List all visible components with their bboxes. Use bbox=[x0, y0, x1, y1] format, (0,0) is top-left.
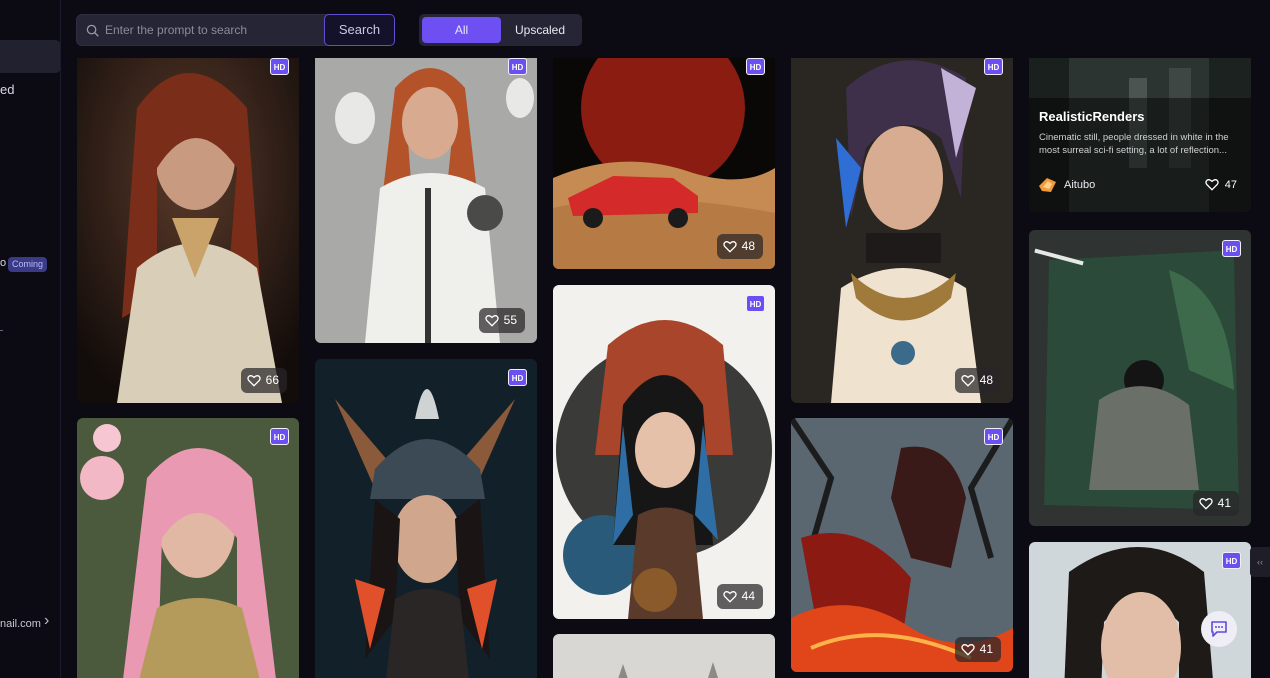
heart-icon bbox=[960, 375, 975, 387]
portrait-image bbox=[77, 418, 299, 678]
featured-description: Cinematic still, people dressed in white… bbox=[1039, 132, 1229, 156]
illustration-image bbox=[553, 634, 775, 678]
gallery-card[interactable]: HD bbox=[77, 418, 299, 678]
heart-icon bbox=[246, 375, 261, 387]
like-button[interactable]: 48 bbox=[716, 234, 763, 259]
portrait-image bbox=[1029, 542, 1251, 678]
gallery-card[interactable]: HD bbox=[1029, 542, 1251, 678]
portrait-image bbox=[315, 58, 537, 343]
like-count: 44 bbox=[741, 589, 755, 603]
like-button[interactable]: 47 bbox=[1205, 178, 1237, 191]
hd-badge: HD bbox=[746, 295, 765, 312]
like-count: 55 bbox=[503, 313, 517, 327]
coming-badge: Coming bbox=[8, 257, 48, 272]
portrait-image bbox=[315, 359, 537, 678]
like-button[interactable]: 41 bbox=[954, 637, 1001, 662]
illustration-image bbox=[553, 285, 775, 619]
search-icon bbox=[86, 24, 99, 37]
heart-icon bbox=[1205, 179, 1219, 191]
sidebar-item-active[interactable] bbox=[0, 40, 60, 73]
like-count: 47 bbox=[1224, 178, 1237, 191]
heart-icon bbox=[960, 644, 975, 656]
like-button[interactable]: 66 bbox=[240, 368, 287, 393]
gallery-card[interactable]: HD 66 bbox=[77, 58, 299, 403]
portrait-image bbox=[77, 58, 299, 403]
gallery-card[interactable]: HD 44 bbox=[553, 285, 775, 619]
like-button[interactable]: 55 bbox=[478, 308, 525, 333]
filter-toggle: All Upscaled bbox=[419, 14, 582, 46]
like-button[interactable]: 41 bbox=[1192, 491, 1239, 516]
like-count: 41 bbox=[979, 642, 993, 656]
search-button[interactable]: Search bbox=[324, 14, 395, 46]
hd-badge: HD bbox=[270, 58, 289, 75]
like-count: 66 bbox=[265, 373, 279, 387]
hd-badge: HD bbox=[1222, 240, 1241, 257]
side-drawer-tab[interactable]: ‹‹ bbox=[1250, 547, 1270, 577]
account-email[interactable]: nail.com bbox=[0, 618, 41, 630]
like-count: 48 bbox=[979, 373, 993, 387]
top-bar: Search All Upscaled bbox=[62, 0, 1270, 58]
heart-icon bbox=[484, 315, 499, 327]
app-root: ed o Coming nail.com › Search All Upscal… bbox=[0, 0, 1270, 678]
sidebar-mark bbox=[0, 330, 3, 331]
hd-badge: HD bbox=[508, 58, 527, 75]
sidebar-item-label-partial[interactable]: o bbox=[0, 257, 6, 269]
gallery-card[interactable]: HD 41 bbox=[1029, 230, 1251, 526]
gallery-card[interactable]: HD bbox=[315, 359, 537, 678]
gallery-card[interactable]: HD 48 bbox=[791, 58, 1013, 403]
illustration-image bbox=[791, 418, 1013, 672]
hd-badge: HD bbox=[508, 369, 527, 386]
image-gallery: HD 66 HD HD 55 HD HD 48 HD 44 HD 48 HD 4… bbox=[62, 58, 1270, 678]
chat-support-button[interactable] bbox=[1201, 611, 1237, 647]
sidebar-item-label[interactable]: ed bbox=[0, 82, 14, 97]
hd-badge: HD bbox=[270, 428, 289, 445]
hd-badge: HD bbox=[984, 428, 1003, 445]
hd-badge: HD bbox=[1222, 552, 1241, 569]
gallery-card[interactable]: HD 55 bbox=[315, 58, 537, 343]
filter-upscaled-tab[interactable]: Upscaled bbox=[501, 17, 579, 43]
brand-logo-icon bbox=[1039, 178, 1056, 192]
heart-icon bbox=[1198, 498, 1213, 510]
like-button[interactable]: 48 bbox=[954, 368, 1001, 393]
scene-image bbox=[1029, 230, 1251, 526]
sidebar: ed o Coming nail.com › bbox=[0, 0, 61, 678]
featured-username: Aitubo bbox=[1064, 179, 1096, 191]
filter-all-tab[interactable]: All bbox=[422, 17, 501, 43]
gallery-card[interactable] bbox=[553, 634, 775, 678]
featured-user[interactable]: Aitubo bbox=[1039, 178, 1095, 192]
portrait-image bbox=[791, 58, 1013, 403]
like-count: 48 bbox=[741, 239, 755, 253]
hd-badge: HD bbox=[984, 58, 1003, 75]
heart-icon bbox=[722, 241, 737, 253]
chat-icon bbox=[1211, 621, 1227, 637]
hd-badge: HD bbox=[746, 58, 765, 75]
featured-card[interactable]: RealisticRenders Cinematic still, people… bbox=[1029, 58, 1251, 212]
gallery-card[interactable]: HD 48 bbox=[553, 58, 775, 269]
gallery-card[interactable]: HD 41 bbox=[791, 418, 1013, 672]
like-count: 41 bbox=[1217, 496, 1231, 510]
like-button[interactable]: 44 bbox=[716, 584, 763, 609]
chevron-right-icon[interactable]: › bbox=[44, 612, 49, 630]
featured-title: RealisticRenders bbox=[1039, 109, 1145, 124]
heart-icon bbox=[722, 591, 737, 603]
